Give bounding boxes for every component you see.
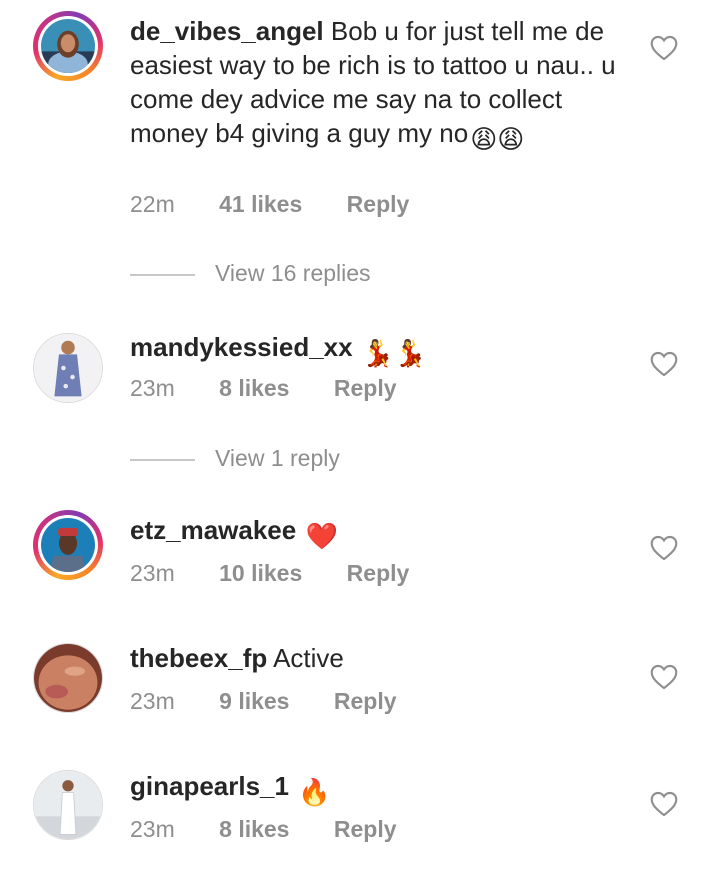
reply-button[interactable]: Reply (347, 560, 410, 587)
avatar[interactable] (33, 333, 103, 403)
comment-username[interactable]: de_vibes_angel (130, 16, 324, 46)
comment-username[interactable]: ginapearls_1 (130, 771, 289, 801)
comment-username[interactable]: thebeex_fp (130, 643, 267, 673)
comment-emoji: 💃💃 (361, 338, 427, 368)
comment-body: thebeex_fp Active (130, 641, 620, 675)
comment-emoji: 😩😩 (470, 124, 525, 154)
comment-likes[interactable]: 8 likes (219, 375, 289, 402)
woman-avatar-photo (41, 19, 95, 73)
reply-button[interactable]: Reply (334, 816, 397, 843)
comment-body: de_vibes_angel Bob u for just tell me de… (130, 14, 620, 156)
avatar[interactable] (33, 11, 103, 81)
comment-text: Active (273, 643, 344, 673)
comment-username[interactable]: mandykessied_xx (130, 332, 353, 362)
reply-button[interactable]: Reply (347, 191, 410, 218)
comment-time: 22m (130, 191, 175, 217)
comment-likes[interactable]: 8 likes (219, 816, 289, 843)
face-closeup-photo (34, 644, 102, 712)
avatar[interactable] (33, 643, 103, 713)
view-replies-button[interactable]: View 1 reply (130, 445, 340, 472)
comment-emoji: ❤️ (305, 521, 338, 551)
comment-meta: 23m 8 likes Reply (130, 816, 397, 843)
comment-body: etz_mawakee ❤️ (130, 513, 620, 553)
comment-time: 23m (130, 560, 175, 586)
reply-button[interactable]: Reply (334, 688, 397, 715)
comment-likes[interactable]: 41 likes (219, 191, 302, 218)
view-replies-label: View 1 reply (215, 445, 340, 471)
reply-button[interactable]: Reply (334, 375, 397, 402)
comment-body: ginapearls_1 🔥 (130, 769, 620, 809)
man-with-cap-photo (41, 518, 95, 572)
heart-outline-icon[interactable] (650, 35, 678, 61)
avatar[interactable] (33, 510, 103, 580)
comment-username[interactable]: etz_mawakee (130, 515, 296, 545)
divider (130, 458, 195, 461)
comment-time: 23m (130, 375, 175, 401)
heart-outline-icon[interactable] (650, 535, 678, 561)
heart-outline-icon[interactable] (650, 791, 678, 817)
comment-time: 23m (130, 816, 175, 842)
comment-meta: 22m 41 likes Reply (130, 191, 409, 218)
view-replies-button[interactable]: View 16 replies (130, 260, 371, 287)
comment-time: 23m (130, 688, 175, 714)
comment-meta: 23m 9 likes Reply (130, 688, 397, 715)
woman-in-dress-photo (34, 334, 102, 402)
comment-body: mandykessied_xx 💃💃 (130, 330, 620, 370)
avatar[interactable] (33, 770, 103, 840)
heart-outline-icon[interactable] (650, 351, 678, 377)
comment-meta: 23m 10 likes Reply (130, 560, 409, 587)
comment-emoji: 🔥 (298, 777, 331, 807)
heart-outline-icon[interactable] (650, 664, 678, 690)
comment-likes[interactable]: 9 likes (219, 688, 289, 715)
comment-meta: 23m 8 likes Reply (130, 375, 397, 402)
comment-likes[interactable]: 10 likes (219, 560, 302, 587)
woman-standing-photo (34, 771, 102, 839)
view-replies-label: View 16 replies (215, 260, 371, 286)
divider (130, 273, 195, 276)
